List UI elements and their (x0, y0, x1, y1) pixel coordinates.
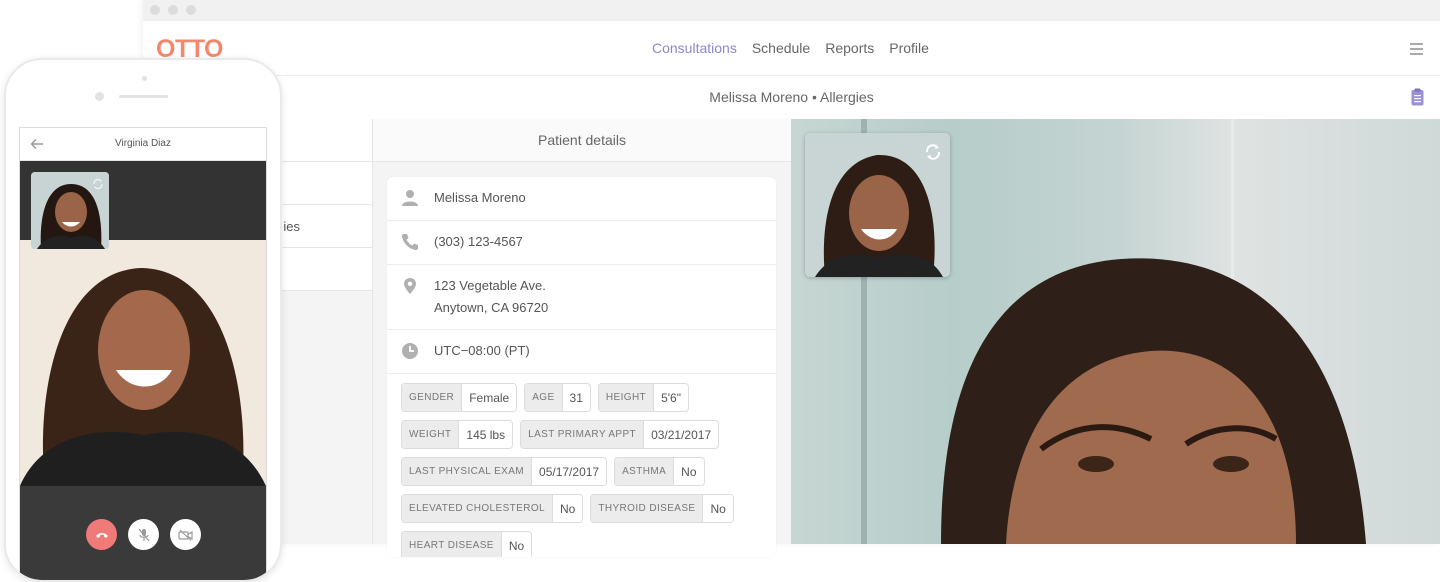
person-icon (402, 190, 418, 206)
tag-elevated-cholesterol: ELEVATED CHOLESTEROL No (401, 494, 584, 523)
tag-heart-disease: HEART DISEASE No (401, 531, 533, 557)
window-maximize-dot[interactable] (186, 5, 196, 15)
consultation-title: Melissa Moreno • Allergies (709, 89, 874, 105)
nav-schedule[interactable]: Schedule (752, 40, 810, 56)
patient-name-row: Melissa Moreno (387, 177, 776, 221)
phone-remote-video[interactable] (20, 161, 266, 486)
phone-screen: Virginia Diaz (19, 127, 267, 580)
patient-details-card: Melissa Moreno (303) 123-4567 123 Vegeta… (387, 177, 776, 557)
phone-call-header: Virginia Diaz (20, 128, 266, 161)
phone-participant-image (20, 268, 266, 486)
nav-profile[interactable]: Profile (889, 40, 929, 56)
tag-value: No (703, 495, 733, 522)
tag-key: GENDER (402, 384, 463, 411)
tag-key: LAST PHYSICAL EXAM (402, 458, 533, 485)
window-titlebar (143, 0, 1440, 21)
hamburger-icon[interactable] (1410, 43, 1423, 58)
tag-age: AGE 31 (524, 383, 591, 412)
tag-height: HEIGHT 5'6" (597, 383, 689, 412)
clock-icon (402, 343, 418, 359)
window-close-dot[interactable] (150, 5, 160, 15)
tag-key: HEIGHT (598, 384, 655, 411)
location-pin-icon (404, 278, 416, 294)
tag-asthma: ASTHMA No (614, 457, 705, 486)
phone-call-title: Virginia Diaz (115, 138, 171, 149)
tag-value: No (674, 458, 704, 485)
tag-value: 05/17/2017 (532, 458, 607, 485)
phone-self-view-thumbnail[interactable] (31, 172, 109, 249)
patient-address-line2: Anytown, CA 96720 (434, 300, 549, 315)
tag-value: Female (462, 384, 517, 411)
patient-address-row: 123 Vegetable Ave. Anytown, CA 96720 (387, 265, 776, 330)
desktop-window: OTTO Consultations Schedule Reports Prof… (143, 0, 1440, 557)
phone-speaker (119, 95, 168, 98)
tag-key: LAST PRIMARY APPT (521, 421, 645, 448)
window-minimize-dot[interactable] (168, 5, 178, 15)
tag-key: ELEVATED CHOLESTEROL (402, 495, 553, 522)
patient-name: Melissa Moreno (434, 190, 526, 205)
tag-thyroid-disease: THYROID DISEASE No (590, 494, 734, 523)
mute-mic-button[interactable] (128, 519, 159, 550)
back-arrow-icon[interactable] (30, 138, 44, 150)
nav-consultations[interactable]: Consultations (652, 40, 737, 56)
patient-timezone-row: UTC−08:00 (PT) (387, 330, 776, 374)
patient-phone: (303) 123-4567 (434, 234, 523, 249)
tag-value: 31 (562, 384, 590, 411)
tag-key: ASTHMA (615, 458, 675, 485)
list-item-label: ies (283, 219, 300, 234)
tag-value: 145 lbs (459, 421, 513, 448)
tag-value: 03/21/2017 (644, 421, 719, 448)
mute-mic-icon (138, 528, 149, 541)
phone-camera-switch-icon[interactable] (92, 178, 104, 190)
tag-gender: GENDER Female (401, 383, 518, 412)
phone-icon (401, 234, 418, 251)
video-off-button[interactable] (170, 519, 201, 550)
phone-sensor (95, 92, 104, 101)
video-call-panel[interactable] (791, 119, 1440, 544)
tag-value: No (501, 532, 532, 557)
patient-timezone: UTC−08:00 (PT) (434, 343, 530, 358)
tag-key: THYROID DISEASE (591, 495, 704, 522)
phone-front-camera (142, 76, 147, 81)
tag-value: 5'6" (654, 384, 688, 411)
end-call-icon (95, 532, 108, 538)
top-navigation: OTTO Consultations Schedule Reports Prof… (143, 21, 1440, 76)
mobile-device: Virginia Diaz (4, 58, 282, 582)
patient-details-heading: Patient details (373, 119, 791, 162)
clipboard-icon[interactable] (1411, 88, 1424, 106)
tag-key: WEIGHT (402, 421, 460, 448)
consultation-header: Melissa Moreno • Allergies (143, 76, 1440, 120)
tag-last-physical-exam: LAST PHYSICAL EXAM 05/17/2017 (401, 457, 608, 486)
camera-switch-icon[interactable] (924, 143, 942, 161)
tag-weight: WEIGHT 145 lbs (401, 420, 514, 449)
tag-value: No (553, 495, 583, 522)
patient-details-panel: Patient details Melissa Moreno (303) 123… (373, 119, 791, 557)
tag-key: HEART DISEASE (402, 532, 502, 557)
video-off-icon (177, 529, 193, 541)
consultation-content: ies Patient details Melissa Moreno (303)… (143, 119, 1440, 557)
end-call-button[interactable] (86, 519, 117, 550)
tag-key: AGE (525, 384, 563, 411)
nav-links: Consultations Schedule Reports Profile (652, 40, 929, 56)
phone-call-controls (20, 486, 266, 580)
patient-phone-row: (303) 123-4567 (387, 221, 776, 265)
self-view-thumbnail[interactable] (805, 133, 950, 277)
phone-video-background (20, 240, 266, 486)
patient-attribute-tags: GENDER Female AGE 31 HEIGHT 5'6" WEIGHT 145 … (387, 374, 776, 557)
tag-last-primary-appt: LAST PRIMARY APPT 03/21/2017 (520, 420, 720, 449)
patient-address-line1: 123 Vegetable Ave. (434, 278, 546, 293)
nav-reports[interactable]: Reports (825, 40, 874, 56)
